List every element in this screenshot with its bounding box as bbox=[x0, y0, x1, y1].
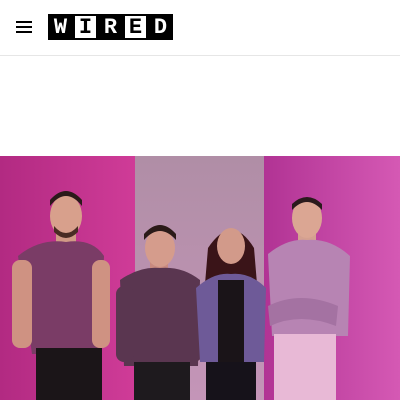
hero-image[interactable] bbox=[0, 156, 400, 400]
wired-logo[interactable]: W I R E D bbox=[48, 14, 173, 40]
menu-bar-top bbox=[16, 21, 32, 23]
logo-letter-r: R bbox=[98, 14, 123, 40]
site-header: W I R E D bbox=[0, 0, 400, 56]
logo-letter-e: E bbox=[123, 14, 148, 40]
menu-bar-bottom bbox=[16, 31, 32, 33]
logo-letter-d: D bbox=[148, 14, 173, 40]
hamburger-menu-icon[interactable] bbox=[14, 18, 34, 36]
logo-letter-i: I bbox=[73, 14, 98, 40]
logo-letter-w: W bbox=[48, 14, 73, 40]
group-photo bbox=[0, 156, 400, 400]
menu-bar-middle bbox=[16, 26, 32, 28]
ad-space bbox=[0, 57, 400, 156]
